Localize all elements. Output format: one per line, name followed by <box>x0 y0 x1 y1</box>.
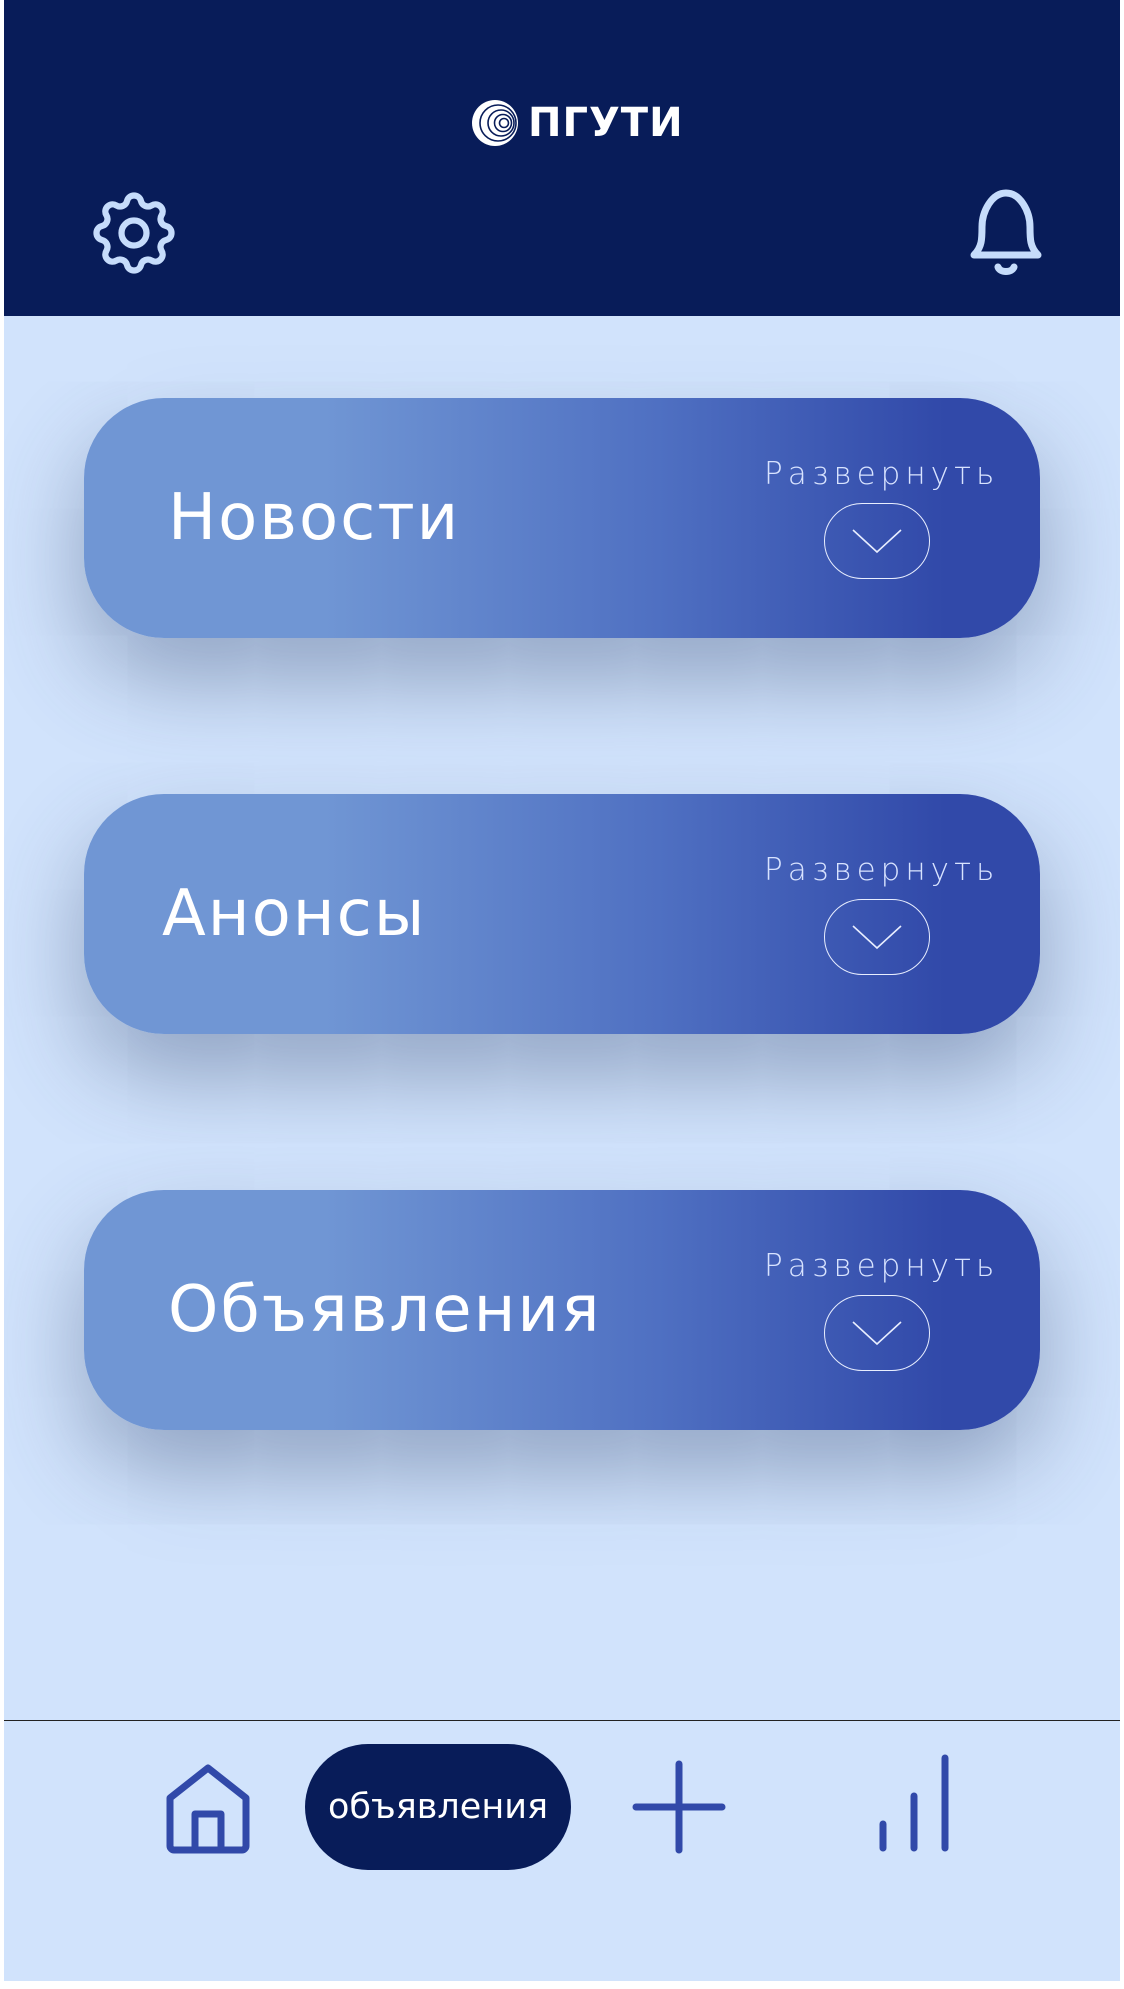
header: ПГУТИ <box>4 0 1120 316</box>
plus-icon[interactable] <box>632 1760 726 1854</box>
expand-label: Развернуть <box>764 852 1000 888</box>
card-title: Анонсы <box>162 877 427 951</box>
expand-button[interactable] <box>824 1295 930 1371</box>
stats-icon[interactable] <box>869 1752 959 1852</box>
nav-tab-announcements[interactable]: объявления <box>305 1744 571 1870</box>
logo: ПГУТИ <box>470 98 684 148</box>
expand-button[interactable] <box>824 899 930 975</box>
expand-button[interactable] <box>824 503 930 579</box>
expand-label: Развернуть <box>764 1248 1000 1284</box>
bell-icon[interactable] <box>954 183 1054 283</box>
app-screen: ПГУТИ Новости Развернуть Анонсы Разверну… <box>4 0 1120 1981</box>
home-icon[interactable] <box>164 1762 252 1854</box>
expand-label: Развернуть <box>764 456 1000 492</box>
chevron-down-icon <box>852 1321 902 1346</box>
card-title: Объявления <box>168 1273 602 1347</box>
card-news: Новости Развернуть <box>84 398 1040 638</box>
logo-text: ПГУТИ <box>528 100 684 146</box>
chevron-down-icon <box>852 529 902 554</box>
bottom-nav-divider <box>4 1720 1120 1721</box>
logo-icon <box>472 100 518 146</box>
chevron-down-icon <box>852 925 902 950</box>
card-title: Новости <box>168 481 461 555</box>
card-announcements: Анонсы Развернуть <box>84 794 1040 1034</box>
card-notices: Объявления Развернуть <box>84 1190 1040 1430</box>
gear-icon[interactable] <box>84 183 184 283</box>
